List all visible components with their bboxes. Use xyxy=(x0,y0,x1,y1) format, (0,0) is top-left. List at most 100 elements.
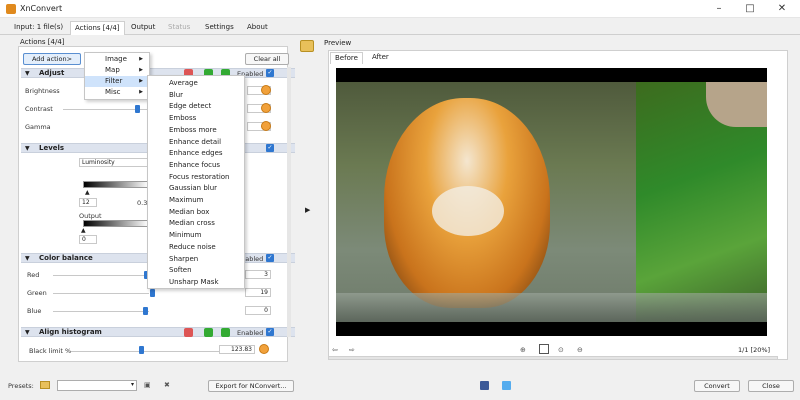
maximize-button[interactable]: □ xyxy=(743,2,757,15)
tab-status[interactable]: Status xyxy=(164,21,194,35)
zoom-in-icon[interactable]: ⊕ xyxy=(520,345,526,355)
tab-input[interactable]: Input: 1 file(s) xyxy=(10,21,67,35)
filter-menu-item[interactable]: Median cross xyxy=(148,218,244,230)
blue-slider[interactable] xyxy=(53,311,149,312)
black-limit-slider[interactable] xyxy=(71,351,219,352)
close-button[interactable]: Close xyxy=(748,380,794,392)
green-label: Green xyxy=(27,289,47,297)
next-icon[interactable]: ⇨ xyxy=(349,345,355,355)
red-value[interactable]: 3 xyxy=(245,270,271,279)
save-preset-icon[interactable]: ▣ xyxy=(144,380,151,390)
filter-menu-item[interactable]: Enhance focus xyxy=(148,160,244,172)
submenu-arrow-icon: ▶ xyxy=(139,89,143,95)
fit-window-icon[interactable] xyxy=(539,344,549,354)
filter-menu-item[interactable]: Edge detect xyxy=(148,101,244,113)
delete-preset-icon[interactable]: ✖ xyxy=(164,380,170,390)
actual-size-icon[interactable]: ⊙ xyxy=(558,345,564,355)
tab-actions[interactable]: Actions [4/4] xyxy=(70,21,125,35)
convert-button[interactable]: Convert xyxy=(694,380,740,392)
presets-select[interactable]: ▾ xyxy=(57,380,137,391)
filter-menu-item[interactable]: Focus restoration xyxy=(148,172,244,184)
filter-menu-item[interactable]: Median box xyxy=(148,207,244,219)
filter-menu-item[interactable]: Soften xyxy=(148,265,244,277)
zoom-out-icon[interactable]: ⊖ xyxy=(577,345,583,355)
menu-item-misc[interactable]: Misc ▶ xyxy=(85,87,149,98)
add-action-button[interactable]: Add action> xyxy=(23,53,81,65)
filter-menu-item[interactable]: Enhance detail xyxy=(148,137,244,149)
filter-menu-item[interactable]: Blur xyxy=(148,90,244,102)
filter-submenu: Average Blur Edge detect Emboss Emboss more E… xyxy=(147,75,245,289)
collapse-triangle-icon: ▼ xyxy=(25,70,30,77)
blue-slider-thumb[interactable] xyxy=(143,307,148,315)
levels-input-min[interactable]: 12 xyxy=(79,198,97,207)
clear-all-button[interactable]: Clear all xyxy=(245,53,289,65)
filter-menu-item[interactable]: Emboss xyxy=(148,113,244,125)
levels-input-min-handle[interactable]: ▲ xyxy=(85,189,90,196)
blue-label: Blue xyxy=(27,307,42,315)
menu-item-map[interactable]: Map ▶ xyxy=(85,65,149,76)
app-logo-icon xyxy=(6,4,16,14)
levels-input-max[interactable]: 0.3 xyxy=(137,199,147,207)
filter-menu-item[interactable]: Gaussian blur xyxy=(148,183,244,195)
preview-tab-before[interactable]: Before xyxy=(330,52,363,64)
levels-input-gradient xyxy=(83,181,149,188)
black-limit-value[interactable]: 123.83 xyxy=(219,345,255,354)
black-limit-slider-thumb[interactable] xyxy=(139,346,144,354)
blue-value[interactable]: 0 xyxy=(245,306,271,315)
filter-menu-item[interactable]: Maximum xyxy=(148,195,244,207)
filter-menu-item[interactable]: Minimum xyxy=(148,230,244,242)
filter-menu-item[interactable]: Reduce noise xyxy=(148,242,244,254)
menu-item-image[interactable]: Image ▶ xyxy=(85,54,149,65)
add-action-menu: Image ▶ Map ▶ Filter ▶ Misc ▶ xyxy=(84,52,150,100)
green-slider[interactable] xyxy=(53,293,149,294)
folder-icon[interactable] xyxy=(40,381,50,389)
contrast-label: Contrast xyxy=(25,105,53,113)
twitter-icon[interactable] xyxy=(502,381,511,390)
presets-label: Presets: xyxy=(8,382,34,390)
close-window-button[interactable]: ✕ xyxy=(775,2,789,15)
filter-menu-item[interactable]: Average xyxy=(148,78,244,90)
black-limit-reset-icon[interactable] xyxy=(259,344,269,354)
app-title: XnConvert xyxy=(20,4,63,13)
minimize-button[interactable]: – xyxy=(712,2,726,15)
tab-about[interactable]: About xyxy=(243,21,272,35)
gamma-reset-icon[interactable] xyxy=(261,121,271,131)
submenu-arrow-icon: ▶ xyxy=(139,67,143,73)
section-align-histogram-header[interactable]: ▼ Align histogram Enabled ✓ xyxy=(21,327,295,337)
filter-menu-item[interactable]: Sharpen xyxy=(148,254,244,266)
filter-menu-item[interactable]: Unsharp Mask xyxy=(148,277,244,289)
enabled-checkbox[interactable]: ✓ xyxy=(266,69,274,77)
splitter-arrow-icon[interactable]: ▶ xyxy=(305,206,310,214)
green-value[interactable]: 19 xyxy=(245,288,271,297)
filter-menu-item[interactable]: Emboss more xyxy=(148,125,244,137)
move-up-icon[interactable] xyxy=(204,328,213,337)
enabled-checkbox[interactable]: ✓ xyxy=(266,144,274,152)
export-nconvert-button[interactable]: Export for NConvert... xyxy=(208,380,294,392)
levels-output-gradient xyxy=(83,220,149,227)
tab-output[interactable]: Output xyxy=(127,21,159,35)
green-slider-thumb[interactable] xyxy=(150,289,155,297)
tab-settings[interactable]: Settings xyxy=(201,21,238,35)
section-title: Align histogram xyxy=(39,328,102,336)
menu-item-filter[interactable]: Filter ▶ xyxy=(85,76,149,87)
contrast-reset-icon[interactable] xyxy=(261,103,271,113)
levels-output-handle[interactable]: ▲ xyxy=(81,227,86,234)
facebook-icon[interactable] xyxy=(480,381,489,390)
contrast-slider-thumb[interactable] xyxy=(135,105,140,113)
red-slider[interactable] xyxy=(53,275,149,276)
enabled-checkbox[interactable]: ✓ xyxy=(266,254,274,262)
levels-channel-select[interactable]: Luminosity xyxy=(79,158,149,167)
previous-icon[interactable]: ⇦ xyxy=(332,345,338,355)
brightness-reset-icon[interactable] xyxy=(261,85,271,95)
tiger-muzzle xyxy=(432,186,504,236)
preview-scrollbar[interactable] xyxy=(328,356,778,360)
preview-tab-after[interactable]: After xyxy=(368,52,393,64)
enabled-checkbox[interactable]: ✓ xyxy=(266,328,274,336)
remove-action-icon[interactable] xyxy=(184,328,193,337)
preview-toggle-icon[interactable] xyxy=(300,40,314,52)
levels-output-value[interactable]: 0 xyxy=(79,235,97,244)
filter-menu-item[interactable]: Enhance edges xyxy=(148,148,244,160)
actions-scrollbar[interactable] xyxy=(287,67,291,337)
red-label: Red xyxy=(27,271,40,279)
move-down-icon[interactable] xyxy=(221,328,230,337)
